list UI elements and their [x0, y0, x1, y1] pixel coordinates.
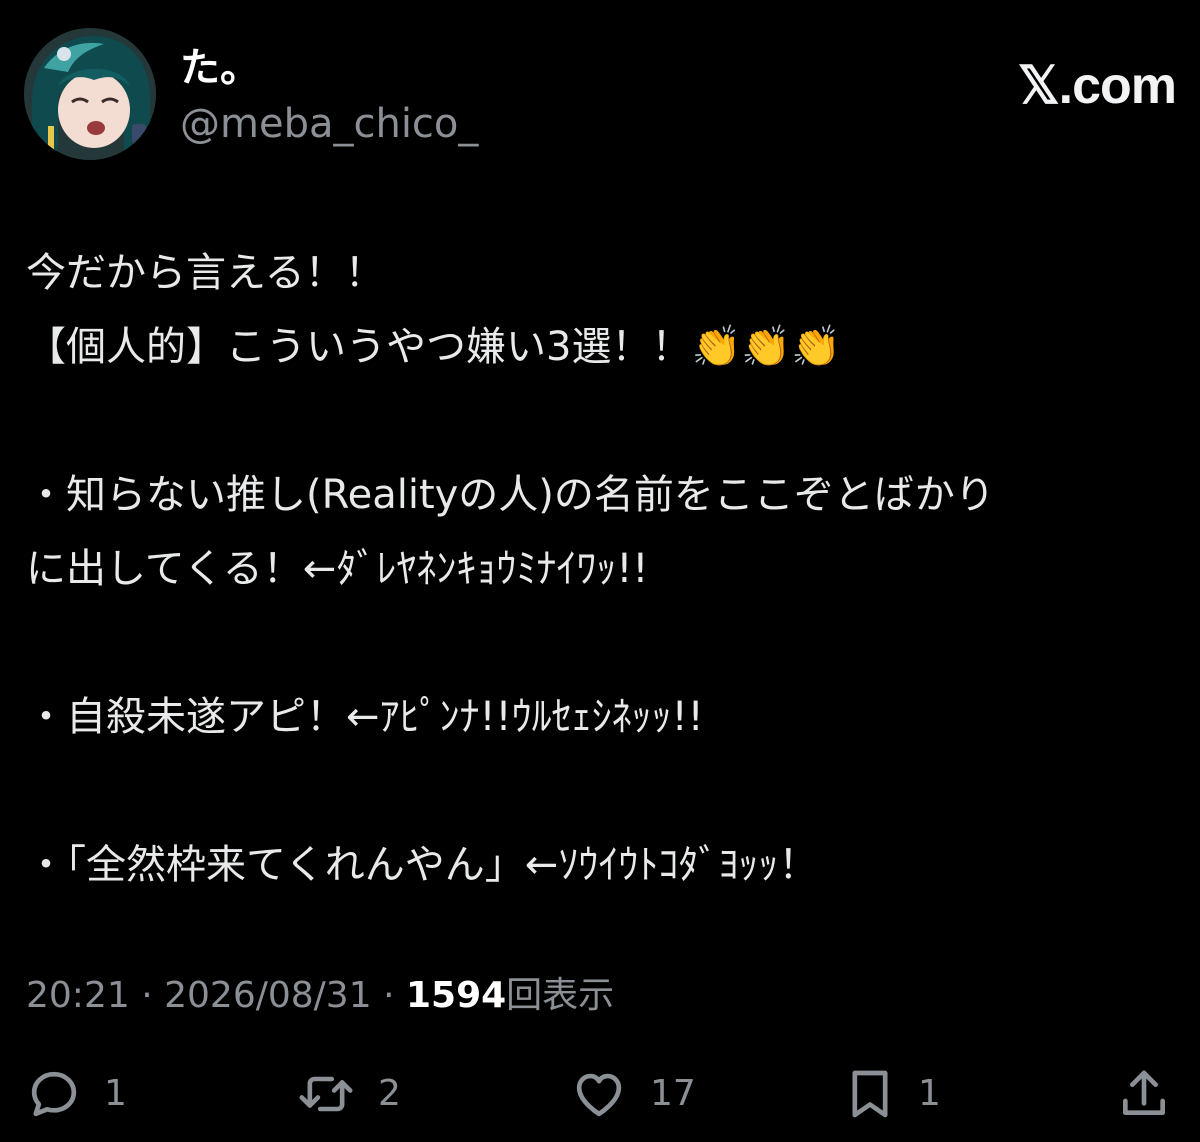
like-button[interactable]: 17 [570, 1066, 696, 1122]
reply-icon [31, 1071, 77, 1117]
like-count: 17 [650, 1073, 696, 1114]
share-icon [1123, 1070, 1165, 1115]
tweet-text: 今だから言える！！ 【個人的】こういうやつ嫌い3選！！👏👏👏 ・知らない推し(R… [26, 236, 1176, 902]
retweet-icon [299, 1076, 353, 1112]
x-brand-logo: 𝕏.com [1017, 57, 1177, 115]
tweet-line: に出してくる！←ﾀﾞﾚﾔﾈﾝｷｮｳﾐﾅｲﾜｯ!! [26, 546, 649, 592]
tweet-meta: 20:21 · 2026/08/31 · 1594回表示 [26, 968, 614, 1024]
bookmark-count: 1 [918, 1073, 941, 1114]
post-date[interactable]: 2026/08/31 [164, 975, 372, 1016]
bookmark-icon [852, 1070, 888, 1118]
tweet-line: 今だから言える！！ [26, 250, 385, 296]
display-name[interactable]: た。 [180, 44, 260, 92]
heart-icon [576, 1073, 622, 1117]
retweet-button[interactable]: 2 [296, 1066, 401, 1122]
meta-separator: · [141, 975, 153, 1016]
user-handle[interactable]: @meba_chico_ [180, 100, 478, 148]
tweet-header: た。 @meba_chico_ 𝕏.com [24, 28, 1177, 168]
tweet-line: ・知らない推し(Realityの人)の名前をここぞとばかり [26, 472, 995, 518]
retweet-count: 2 [378, 1073, 401, 1114]
bookmark-button[interactable]: 1 [844, 1066, 941, 1122]
meta-separator: · [383, 975, 395, 1016]
tweet-line: ・自殺未遂アピ！←ｱﾋﾟﾝﾅ!!ｳﾙｾｪｼﾈｯｯ!! [26, 694, 704, 740]
post-time[interactable]: 20:21 [26, 975, 130, 1016]
avatar[interactable] [24, 28, 156, 160]
views-label: 回表示 [506, 975, 615, 1016]
reply-count: 1 [104, 1073, 127, 1114]
share-button[interactable] [1118, 1066, 1170, 1122]
tweet-line: ・「全然枠来てくれんやん」←ｿｳｲｳﾄｺﾀﾞﾖｯｯ！ [26, 842, 819, 888]
views-count[interactable]: 1594 [406, 975, 506, 1016]
action-bar: 1 2 17 1 [0, 1058, 1200, 1128]
reply-button[interactable]: 1 [26, 1066, 127, 1122]
tweet-line: 【個人的】こういうやつ嫌い3選！！👏👏👏 [26, 324, 841, 370]
